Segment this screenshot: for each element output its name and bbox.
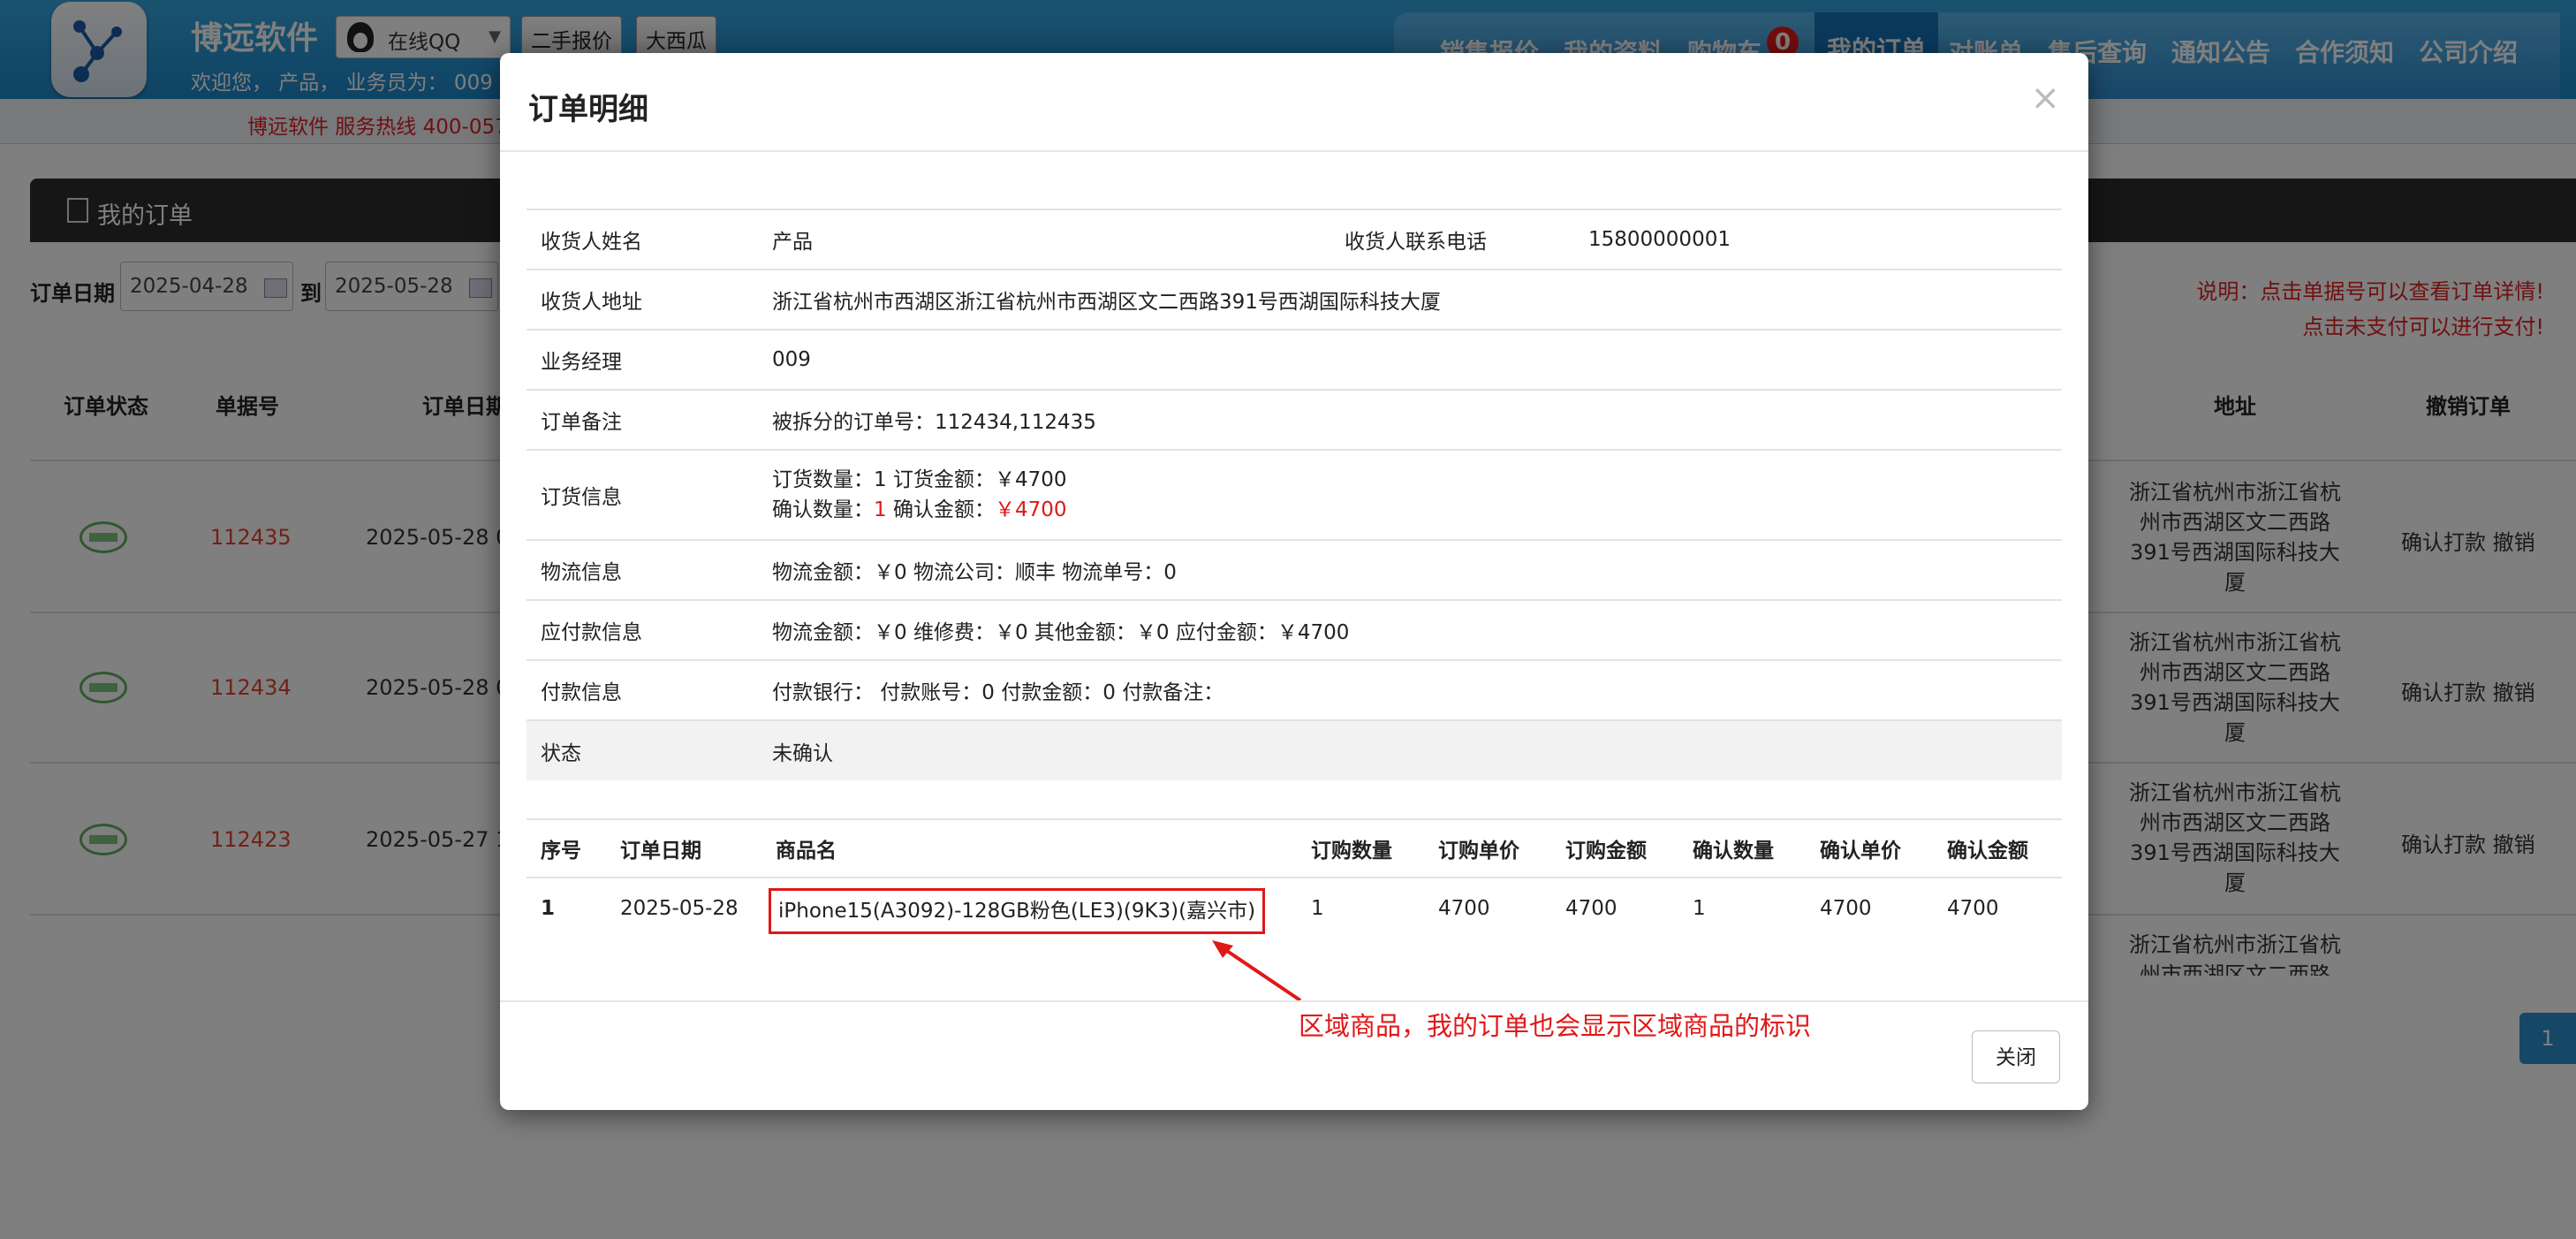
payable-value: 物流金额：￥0 维修费：￥0 其他金额：￥0 应付金额：￥4700 [758, 599, 2062, 660]
receiver-phone-value: 15800000001 [1574, 209, 2062, 270]
info-row: 状态 未确认 [527, 719, 2062, 780]
item-confirm-price: 4700 [1820, 897, 1872, 920]
info-row: 收货人地址 浙江省杭州市西湖区浙江省杭州市西湖区文二西路391号西湖国际科技大厦 [527, 269, 2062, 330]
manager-label: 业务经理 [527, 329, 758, 390]
confirm-amount-value: ￥4700 [994, 498, 1067, 521]
col-product: 商品名 [761, 818, 1297, 878]
payment-value: 付款银行： 付款账号：0 付款金额：0 付款备注： [758, 659, 2062, 720]
receiver-address-label: 收货人地址 [527, 269, 758, 330]
logistics-label: 物流信息 [527, 539, 758, 600]
col-date: 订单日期 [606, 818, 761, 878]
item-order-qty: 1 [1311, 897, 1324, 920]
col-order-price: 订购单价 [1424, 818, 1551, 878]
remark-label: 订单备注 [527, 389, 758, 450]
info-row: 订单备注 被拆分的订单号：112434,112435 [527, 389, 2062, 450]
receiver-name-value: 产品 [758, 209, 1330, 270]
regional-product-name: iPhone15(A3092)-128GB粉色(LE3)(9K3)(嘉兴市) [769, 888, 1266, 934]
item-seq: 1 [541, 897, 556, 920]
info-row: 物流信息 物流金额：￥0 物流公司：顺丰 物流单号：0 [527, 539, 2062, 600]
confirm-qty-amount: 确认数量：1 确认金额：￥4700 [772, 495, 2048, 525]
col-order-amount: 订购金额 [1551, 818, 1678, 878]
manager-value: 009 [758, 329, 2062, 390]
item-date: 2025-05-28 [620, 897, 739, 920]
close-button[interactable]: 关闭 [1972, 1030, 2060, 1083]
confirm-amount-label: 确认金额： [886, 498, 995, 521]
order-info-label: 订货信息 [527, 449, 758, 540]
annotation-text: 区域商品，我的订单也会显示区域商品的标识 [1299, 1011, 1812, 1041]
modal-header-divider [500, 150, 2088, 152]
item-confirm-amount: 4700 [1947, 897, 1999, 920]
col-seq: 序号 [527, 818, 606, 878]
order-items-table: 序号 订单日期 商品名 订购数量 订购单价 订购金额 确认数量 确认单价 确认金… [527, 818, 2062, 939]
receiver-name-label: 收货人姓名 [527, 209, 758, 270]
col-confirm-amount: 确认金额 [1933, 818, 2062, 878]
confirm-qty-label: 确认数量： [772, 498, 874, 521]
modal-footer-divider [500, 1000, 2088, 1002]
items-header-row: 序号 订单日期 商品名 订购数量 订购单价 订购金额 确认数量 确认单价 确认金… [527, 818, 2062, 878]
order-info-table: 收货人姓名 产品 收货人联系电话 15800000001 收货人地址 浙江省杭州… [527, 209, 2062, 780]
payable-label: 应付款信息 [527, 599, 758, 660]
order-detail-modal: 订单明细 × 收货人姓名 产品 收货人联系电话 15800000001 收货人地… [500, 53, 2088, 1110]
item-confirm-qty: 1 [1693, 897, 1706, 920]
info-row: 业务经理 009 [527, 329, 2062, 390]
order-info-value: 订货数量：1 订货金额：￥4700 确认数量：1 确认金额：￥4700 [758, 449, 2062, 540]
info-row: 应付款信息 物流金额：￥0 维修费：￥0 其他金额：￥0 应付金额：￥4700 [527, 599, 2062, 660]
info-row: 收货人姓名 产品 收货人联系电话 15800000001 [527, 209, 2062, 270]
item-row: 1 2025-05-28 iPhone15(A3092)-128GB粉色(LE3… [527, 878, 2062, 939]
remark-value: 被拆分的订单号：112434,112435 [758, 389, 2062, 450]
info-row: 订货信息 订货数量：1 订货金额：￥4700 确认数量：1 确认金额：￥4700 [527, 449, 2062, 540]
annotation-arrow-icon [1212, 940, 1302, 1002]
payment-label: 付款信息 [527, 659, 758, 720]
logistics-value: 物流金额：￥0 物流公司：顺丰 物流单号：0 [758, 539, 2062, 600]
status-value: 未确认 [758, 719, 2062, 780]
close-icon[interactable]: × [2030, 78, 2060, 118]
col-confirm-price: 确认单价 [1806, 818, 1933, 878]
status-label: 状态 [527, 719, 758, 780]
confirm-qty-value: 1 [874, 498, 887, 521]
item-order-amount: 4700 [1565, 897, 1618, 920]
info-row: 付款信息 付款银行： 付款账号：0 付款金额：0 付款备注： [527, 659, 2062, 720]
col-confirm-qty: 确认数量 [1678, 818, 1806, 878]
modal-title: 订单明细 [528, 92, 648, 127]
order-qty-amount: 订货数量：1 订货金额：￥4700 [772, 468, 1067, 491]
col-order-qty: 订购数量 [1297, 818, 1424, 878]
item-order-price: 4700 [1438, 897, 1490, 920]
receiver-address-value: 浙江省杭州市西湖区浙江省杭州市西湖区文二西路391号西湖国际科技大厦 [758, 269, 2062, 330]
receiver-phone-label: 收货人联系电话 [1330, 209, 1574, 270]
item-product-cell: iPhone15(A3092)-128GB粉色(LE3)(9K3)(嘉兴市) [761, 878, 1297, 939]
